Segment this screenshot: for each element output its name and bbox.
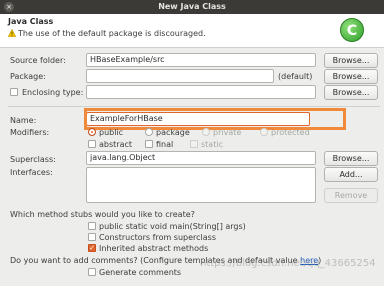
- superclass-browse-button[interactable]: Browse...: [324, 151, 378, 166]
- separator: [8, 106, 380, 107]
- annotation-highlight-box: [84, 108, 346, 130]
- generate-comments-checkbox[interactable]: [88, 268, 96, 276]
- modifier-final-checkbox[interactable]: [145, 140, 153, 148]
- inherited-methods-checkbox[interactable]: ✓: [88, 244, 96, 252]
- superclass-input[interactable]: java.lang.Object: [86, 151, 316, 165]
- remove-interface-button[interactable]: Remove: [324, 188, 378, 203]
- modifier-public-radio[interactable]: [88, 128, 96, 136]
- modifier-private-label: private: [213, 128, 242, 137]
- add-interface-button[interactable]: Add...: [324, 167, 378, 182]
- modifier-static-checkbox[interactable]: [190, 140, 198, 148]
- title-bar: × New Java Class: [0, 0, 384, 14]
- modifiers-label: Modifiers:: [10, 128, 50, 137]
- warning-message: The use of the default package is discou…: [18, 29, 206, 38]
- modifier-abstract-label: abstract: [99, 140, 133, 149]
- warning-icon: [8, 29, 16, 37]
- package-browse-button[interactable]: Browse...: [324, 69, 378, 84]
- modifier-package-label: package: [156, 128, 190, 137]
- modifier-static-label: static: [201, 140, 223, 149]
- enclosing-type-label: Enclosing type:: [22, 88, 84, 97]
- enclosing-type-checkbox[interactable]: [10, 88, 18, 96]
- source-folder-input[interactable]: HBaseExample/src: [86, 53, 316, 67]
- modifier-package-radio[interactable]: [145, 128, 153, 136]
- modifier-protected-radio[interactable]: [260, 128, 268, 136]
- modifier-final-label: final: [156, 140, 174, 149]
- close-icon[interactable]: ×: [4, 2, 14, 12]
- source-folder-browse-button[interactable]: Browse...: [324, 53, 378, 68]
- class-wizard-logo-icon: C: [340, 18, 364, 42]
- name-label: Name:: [10, 116, 37, 125]
- interfaces-label: Interfaces:: [10, 168, 53, 177]
- main-method-label: public static void main(String[] args): [99, 222, 246, 231]
- modifier-private-radio[interactable]: [202, 128, 210, 136]
- method-stubs-question: Which method stubs would you like to cre…: [10, 210, 195, 219]
- window-title: New Java Class: [158, 2, 226, 11]
- page-title: Java Class: [8, 17, 54, 26]
- source-folder-label: Source folder:: [10, 56, 66, 65]
- enclosing-type-browse-button[interactable]: Browse...: [324, 85, 378, 100]
- generate-comments-label: Generate comments: [99, 268, 182, 277]
- watermark: https://blog.csdn.net/qq_43665254: [200, 258, 376, 269]
- package-label: Package:: [10, 72, 46, 81]
- constructors-label: Constructors from superclass: [99, 233, 217, 242]
- modifier-public-label: public: [99, 128, 124, 137]
- modifier-protected-label: protected: [271, 128, 310, 137]
- superclass-label: Superclass:: [10, 155, 56, 164]
- constructors-checkbox[interactable]: [88, 233, 96, 241]
- interfaces-list[interactable]: [86, 167, 316, 203]
- package-default-hint: (default): [278, 72, 313, 81]
- enclosing-type-input[interactable]: [86, 85, 316, 99]
- inherited-methods-label: Inherited abstract methods: [99, 244, 209, 253]
- main-method-checkbox[interactable]: [88, 222, 96, 230]
- package-input[interactable]: [86, 69, 274, 83]
- modifier-abstract-checkbox[interactable]: [88, 140, 96, 148]
